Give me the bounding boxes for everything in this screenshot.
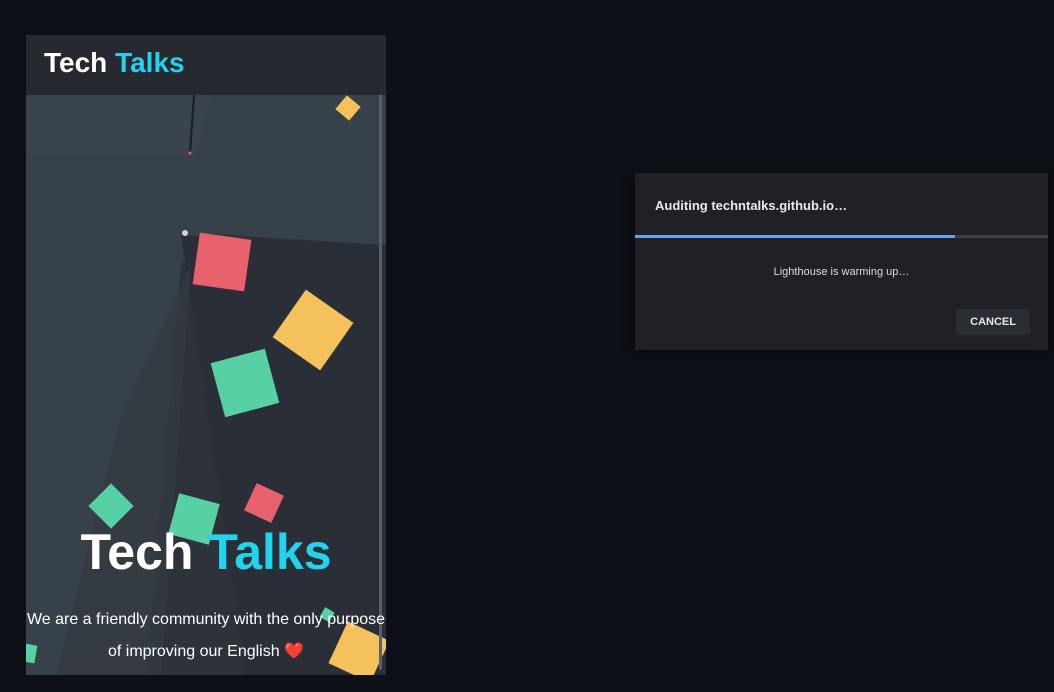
progress-bar (635, 235, 1048, 238)
spark-dot (188, 151, 192, 155)
hero-title-tech: Tech (80, 524, 194, 580)
brand-part-tech: Tech (44, 47, 108, 78)
progress-bar-fill (635, 235, 956, 238)
brand-logo[interactable]: Tech Talks (44, 47, 185, 79)
brand-part-talks: Talks (115, 47, 185, 78)
square-red-large (192, 232, 252, 292)
lighthouse-audit-dialog: Auditing techntalks.github.io… Lighthous… (635, 173, 1048, 350)
hero-description-text: We are a friendly community with the onl… (26, 611, 386, 660)
hero-title: Tech Talks (26, 523, 386, 581)
cancel-button[interactable]: CANCEL (956, 309, 1030, 335)
dialog-title: Auditing techntalks.github.io… (655, 198, 848, 213)
hero-description: We are a friendly community with the onl… (26, 604, 386, 668)
navbar: Tech Talks (26, 35, 386, 95)
light-beam-top (26, 95, 211, 155)
light-source-dot (182, 230, 188, 236)
heart-icon: ❤️ (284, 643, 304, 660)
hero-title-talks: Talks (207, 524, 332, 580)
mobile-viewport: Tech Talks Tech Talks We are a friendly … (26, 35, 386, 675)
dialog-status-text: Lighthouse is warming up… (773, 266, 910, 278)
